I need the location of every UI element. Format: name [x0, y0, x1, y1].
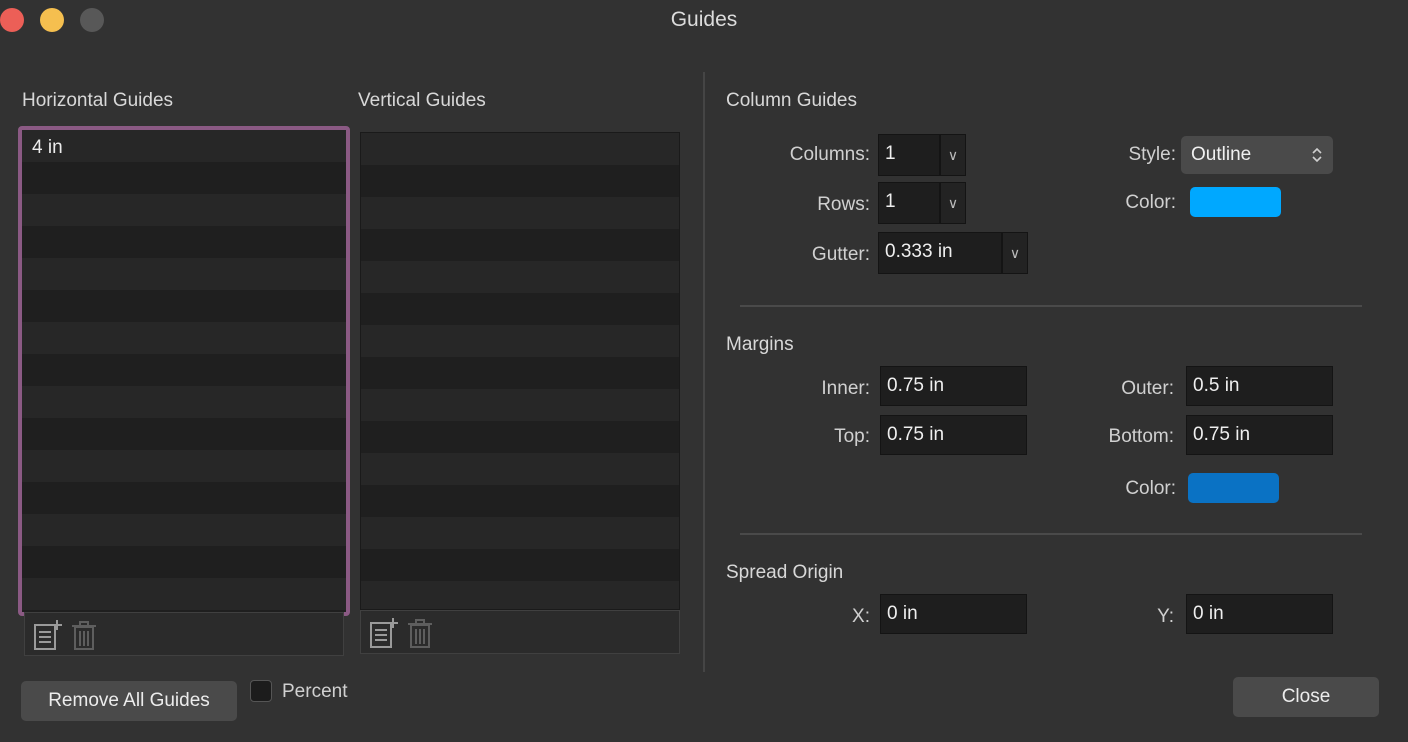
remove-all-guides-button[interactable]: Remove All Guides: [21, 681, 237, 721]
column-guides-label: Column Guides: [726, 90, 857, 111]
gutter-dropdown-button[interactable]: ∨: [1002, 232, 1028, 274]
updown-chevron-icon: [1312, 147, 1322, 163]
section-divider: [740, 533, 1362, 535]
horizontal-guides-toolbar: [24, 612, 344, 656]
add-guide-icon[interactable]: [33, 619, 63, 651]
section-divider: [740, 305, 1362, 307]
close-button[interactable]: Close: [1233, 677, 1379, 717]
gutter-field[interactable]: 0.333 in: [878, 232, 1002, 274]
horizontal-guides-list[interactable]: 4 in: [18, 126, 350, 616]
list-item[interactable]: 4 in: [22, 132, 346, 164]
x-field[interactable]: 0 in: [880, 594, 1027, 634]
columns-dropdown-button[interactable]: ∨: [940, 134, 966, 176]
gutter-label: Gutter:: [811, 244, 870, 265]
inner-label: Inner:: [821, 378, 870, 399]
rows-dropdown-button[interactable]: ∨: [940, 182, 966, 224]
rows-label: Rows:: [817, 194, 870, 215]
chevron-down-icon: ∨: [947, 147, 959, 163]
trash-icon[interactable]: [405, 617, 435, 649]
vertical-guides-toolbar: [360, 610, 680, 654]
style-label: Style:: [1128, 144, 1176, 165]
style-value: Outline: [1191, 144, 1252, 165]
chevron-down-icon: ∨: [1009, 245, 1021, 261]
columns-field[interactable]: 1: [878, 134, 940, 176]
spread-origin-label: Spread Origin: [726, 562, 844, 583]
column-color-label: Color:: [1125, 192, 1176, 213]
style-popup[interactable]: Outline: [1181, 136, 1333, 174]
column-color-swatch[interactable]: [1190, 187, 1281, 217]
horizontal-guides-label: Horizontal Guides: [22, 90, 174, 111]
vertical-guides-list[interactable]: [360, 132, 680, 610]
bottom-label: Bottom:: [1108, 426, 1174, 447]
trash-icon[interactable]: [69, 619, 99, 651]
percent-label: Percent: [282, 681, 348, 702]
y-field[interactable]: 0 in: [1186, 594, 1333, 634]
vertical-guides-label: Vertical Guides: [358, 90, 486, 111]
outer-field[interactable]: 0.5 in: [1186, 366, 1333, 406]
percent-checkbox[interactable]: [250, 680, 272, 702]
outer-label: Outer:: [1121, 378, 1174, 399]
inner-field[interactable]: 0.75 in: [880, 366, 1027, 406]
margin-color-swatch[interactable]: [1188, 473, 1279, 503]
x-label: X:: [852, 606, 870, 627]
y-label: Y:: [1157, 606, 1174, 627]
bottom-field[interactable]: 0.75 in: [1186, 415, 1333, 455]
add-guide-icon[interactable]: [369, 617, 399, 649]
top-field[interactable]: 0.75 in: [880, 415, 1027, 455]
panel-divider: [703, 72, 705, 672]
margin-color-label: Color:: [1125, 478, 1176, 499]
rows-field[interactable]: 1: [878, 182, 940, 224]
columns-label: Columns:: [789, 144, 870, 165]
window-title: Guides: [670, 8, 738, 31]
chevron-down-icon: ∨: [947, 195, 959, 211]
margins-label: Margins: [726, 334, 794, 355]
top-label: Top:: [834, 426, 870, 447]
